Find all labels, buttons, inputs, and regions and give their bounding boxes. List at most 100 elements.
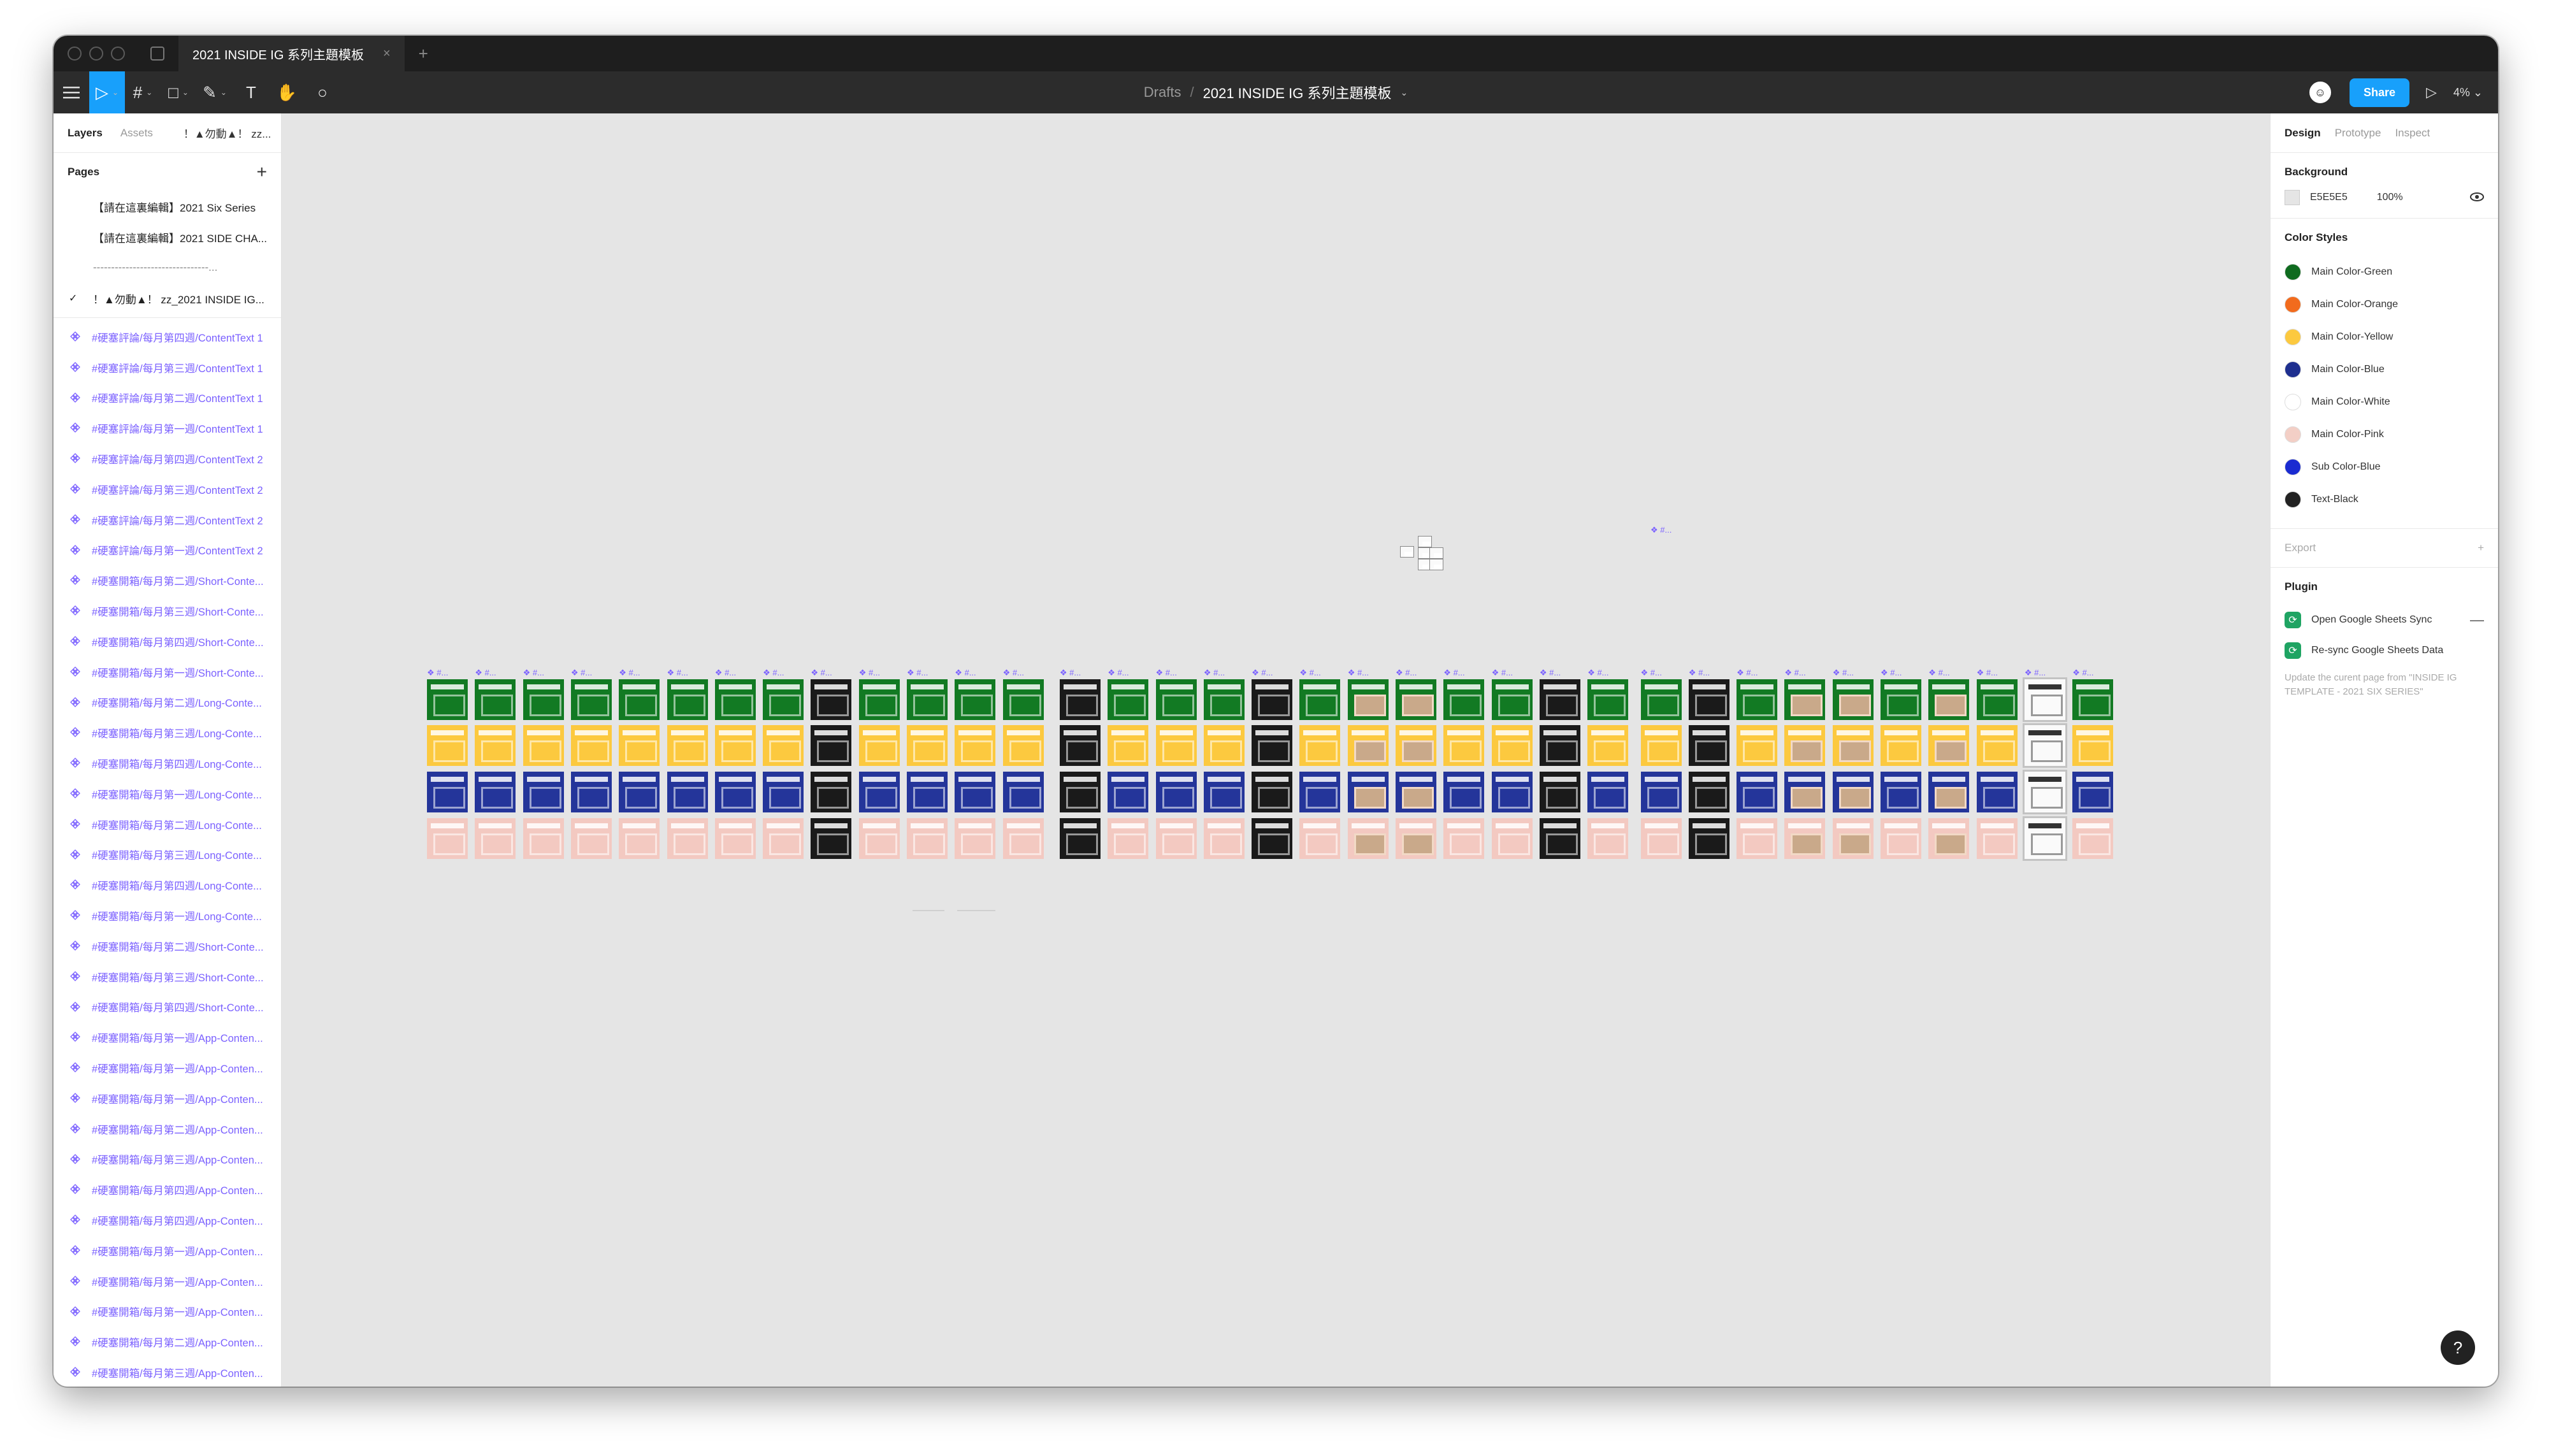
layer-item[interactable]: #硬塞評論/每月第二週/ContentText 1 [54, 383, 281, 414]
frame-label[interactable]: ❖ #... [955, 668, 976, 678]
close-window-button[interactable] [68, 47, 82, 61]
page-item[interactable]: --------------------------------... [54, 252, 281, 283]
template-frame[interactable] [1832, 772, 1874, 812]
layer-item[interactable]: #硬塞開箱/每月第四週/Short-Conte... [54, 992, 281, 1023]
frame-label[interactable]: ❖ #... [859, 668, 880, 678]
frame-label[interactable]: ❖ #... [1252, 668, 1273, 678]
layer-item[interactable]: #硬塞開箱/每月第四週/Short-Conte... [54, 626, 281, 657]
color-style-item[interactable]: Text-Black [2285, 483, 2484, 515]
color-style-item[interactable]: Main Color-Yellow [2285, 321, 2484, 353]
template-frame[interactable] [1539, 772, 1580, 812]
template-frame[interactable] [2022, 770, 2067, 814]
template-frame[interactable] [1688, 679, 1729, 720]
template-frame[interactable] [955, 725, 996, 766]
template-frame[interactable] [570, 772, 612, 812]
template-frame[interactable] [1299, 772, 1341, 812]
frame-label[interactable]: ❖ #... [571, 668, 592, 678]
template-frame[interactable] [1587, 772, 1629, 812]
frame-label[interactable]: ❖ #... [1784, 668, 1805, 678]
template-frame[interactable] [1784, 679, 1826, 720]
add-export-button[interactable]: + [2478, 542, 2484, 554]
template-frame[interactable] [1976, 725, 2018, 766]
frame-label[interactable]: ❖ #... [715, 668, 736, 678]
template-frame[interactable] [1737, 679, 1778, 720]
template-frame[interactable] [523, 679, 564, 720]
tab-assets[interactable]: Assets [120, 127, 153, 140]
plugin-item[interactable]: ⟳ Open Google Sheets Sync — [2285, 605, 2484, 635]
layer-item[interactable]: #硬塞開箱/每月第三週/Long-Conte... [54, 717, 281, 748]
template-frame[interactable] [475, 818, 516, 859]
template-frame[interactable] [667, 679, 708, 720]
chevron-down-icon[interactable]: ⌄ [1400, 87, 1408, 98]
template-frame[interactable] [811, 772, 852, 812]
layer-item[interactable]: #硬塞開箱/每月第一週/Long-Conte... [54, 779, 281, 809]
tab-prototype[interactable]: Prototype [2335, 127, 2381, 140]
template-frame[interactable] [1784, 725, 1826, 766]
template-frame[interactable] [1976, 679, 2018, 720]
template-frame[interactable] [2072, 818, 2114, 859]
template-frame[interactable] [1881, 679, 1921, 720]
template-frame[interactable] [1396, 725, 1436, 766]
template-frame[interactable] [763, 679, 804, 720]
layer-item[interactable]: #硬塞開箱/每月第二週/Long-Conte... [54, 688, 281, 718]
layer-item[interactable]: #硬塞開箱/每月第一週/App-Conten... [54, 1083, 281, 1114]
template-frame[interactable] [907, 818, 948, 859]
template-frame[interactable] [1396, 772, 1436, 812]
template-frame[interactable] [1640, 818, 1682, 859]
frame-label[interactable]: ❖ #... [907, 668, 928, 678]
template-frame[interactable] [1881, 772, 1921, 812]
template-frame[interactable] [427, 772, 468, 812]
template-frame[interactable] [763, 772, 804, 812]
tab-inspect[interactable]: Inspect [2395, 127, 2430, 140]
template-frame[interactable] [2072, 772, 2114, 812]
template-frame[interactable] [1640, 772, 1682, 812]
template-frame[interactable] [1443, 772, 1485, 812]
template-frame[interactable] [811, 679, 852, 720]
template-frame[interactable] [1587, 818, 1629, 859]
frame-label[interactable]: ❖ #... [2025, 668, 2046, 678]
template-frame[interactable] [1881, 818, 1921, 859]
template-frame[interactable] [1252, 679, 1293, 720]
layer-item[interactable]: #硬塞開箱/每月第四週/App-Conten... [54, 1174, 281, 1205]
template-frame[interactable] [1491, 725, 1533, 766]
layer-item[interactable]: #硬塞開箱/每月第三週/App-Conten... [54, 1357, 281, 1387]
layer-item[interactable]: #硬塞開箱/每月第二週/App-Conten... [54, 1114, 281, 1144]
layer-item[interactable]: #硬塞評論/每月第三週/ContentText 1 [54, 352, 281, 383]
hand-tool[interactable]: ✋ [269, 71, 305, 113]
text-tool[interactable]: T [233, 71, 269, 113]
template-frame[interactable] [1203, 679, 1245, 720]
frame-label[interactable]: ❖ #... [2072, 668, 2093, 678]
template-frame[interactable] [1203, 772, 1245, 812]
template-frame[interactable] [427, 818, 468, 859]
layer-item[interactable]: #硬塞評論/每月第一週/ContentText 1 [54, 413, 281, 443]
mini-frame[interactable] [1429, 547, 1443, 559]
mini-frame[interactable] [1400, 546, 1414, 558]
template-frame[interactable] [1155, 818, 1197, 859]
color-style-item[interactable]: Sub Color-Blue [2285, 450, 2484, 483]
layer-item[interactable]: #硬塞開箱/每月第一週/App-Conten... [54, 1053, 281, 1083]
template-frame[interactable] [1252, 725, 1293, 766]
template-frame[interactable] [1347, 772, 1389, 812]
template-frame[interactable] [1203, 818, 1245, 859]
template-frame[interactable] [1108, 725, 1149, 766]
background-opacity[interactable]: 100% [2377, 192, 2403, 203]
template-frame[interactable] [1059, 772, 1101, 812]
template-frame[interactable] [1832, 725, 1874, 766]
template-frame[interactable] [1299, 725, 1341, 766]
mini-frame[interactable] [1418, 559, 1432, 570]
pen-tool[interactable]: ✎ ⌄ [196, 71, 233, 113]
template-frame[interactable] [714, 818, 756, 859]
frame-label[interactable]: ❖ #... [1443, 668, 1464, 678]
template-frame[interactable] [955, 818, 996, 859]
tab-layers[interactable]: Layers [68, 127, 103, 140]
breadcrumb-drafts[interactable]: Drafts [1144, 84, 1181, 101]
comment-tool[interactable]: ○ [305, 71, 340, 113]
template-frame[interactable] [1002, 818, 1044, 859]
share-button[interactable]: Share [2349, 78, 2409, 107]
template-frame[interactable] [1539, 725, 1580, 766]
layer-item[interactable]: #硬塞開箱/每月第三週/App-Conten... [54, 1144, 281, 1175]
mini-frame[interactable] [1429, 559, 1443, 570]
chevron-down-icon[interactable]: ⌄ [220, 88, 227, 97]
template-frame[interactable] [1640, 679, 1682, 720]
template-frame[interactable] [1784, 818, 1826, 859]
